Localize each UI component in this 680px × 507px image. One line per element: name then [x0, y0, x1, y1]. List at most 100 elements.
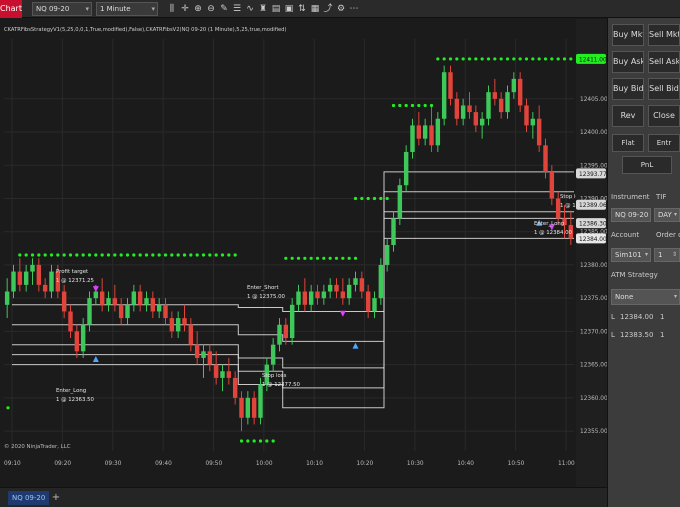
trailing-stop-dot	[391, 103, 396, 108]
indicator-label: CKATRFibsStrategyV1(5,25,0,0,1,True,modi…	[4, 27, 286, 33]
interval-selector[interactable]: 1 Minute ▾	[96, 2, 158, 16]
candle-body	[321, 291, 327, 299]
trailing-stop-dot	[524, 57, 529, 61]
account-select[interactable]: Sim101 ▾	[611, 248, 651, 262]
settings-icon[interactable]: ⚙	[335, 3, 347, 15]
share-icon[interactable]: ⤴	[322, 3, 334, 15]
entry-button[interactable]: Entr	[648, 134, 680, 152]
chart-toolbar: Chart NQ 09-20 ▾ 1 Minute ▾ ⫼ ✛ ⊕ ⊖ ✎ ☰ ∿ ♜ ▤ ▣ ⇅ ▦ ⤴ ⚙…	[0, 0, 680, 18]
reverse-button[interactable]: Rev	[612, 105, 644, 127]
price-chart[interactable]: CKATRFibsStrategyV1(5,25,0,0,1,True,modi…	[0, 19, 607, 487]
candle-body	[467, 105, 472, 113]
x-tick-label: 10:50	[508, 461, 525, 467]
candle-body	[403, 151, 409, 186]
y-tick-label: 12365.00	[580, 363, 607, 369]
candle-body	[232, 377, 238, 398]
trailing-stop-dot	[480, 57, 484, 61]
trailing-stop-dot	[30, 253, 35, 257]
candle-body	[201, 351, 206, 358]
order-qty-stepper[interactable]: 1 ⇕	[654, 248, 680, 262]
candle-body	[42, 284, 48, 292]
candle-body	[448, 72, 453, 99]
atm-strategy-label: ATM Strategy	[611, 271, 658, 279]
tif-select[interactable]: DAY ▾	[654, 208, 680, 222]
execution-label: 1 @ 12375.00	[247, 294, 286, 300]
sell-market-button[interactable]: Sell Mkt	[648, 24, 680, 46]
trailing-stop-dot	[214, 253, 218, 257]
trailing-stop-dot	[125, 253, 130, 257]
chart-area[interactable]: CKATRFibsStrategyV1(5,25,0,0,1,True,modi…	[0, 19, 607, 507]
close-button[interactable]: Close	[648, 105, 680, 127]
flat-button[interactable]: Flat	[612, 134, 644, 152]
more-icon[interactable]: ⋯	[348, 3, 360, 15]
trailing-stop-dot	[62, 253, 66, 257]
bar-style-icon[interactable]: ⫼	[166, 3, 178, 15]
candle-body	[416, 125, 422, 139]
y-axis-band	[576, 19, 607, 487]
trailing-stop-dot	[252, 439, 256, 443]
trailing-stop-dot	[467, 57, 472, 61]
sell-bid-button[interactable]: Sell Bid	[648, 78, 680, 100]
candle-body	[340, 291, 346, 299]
tab-nq-09-20[interactable]: NQ 09-20	[8, 491, 50, 505]
buy-market-button[interactable]: Buy Mkt	[612, 24, 644, 46]
candle-body	[93, 291, 99, 299]
candle-body	[150, 298, 156, 312]
trailing-stop-dot	[303, 256, 307, 260]
templates-icon[interactable]: ▤	[270, 3, 282, 15]
candle-body	[378, 264, 384, 299]
execution-label: Enter_Long	[534, 221, 564, 227]
trailing-stop-dot	[163, 253, 168, 257]
candle-body	[334, 284, 339, 292]
position-row-price: 12384.00	[620, 313, 654, 321]
candle-body	[327, 284, 333, 292]
strategies-icon[interactable]: ♜	[257, 3, 269, 15]
zoom-in-icon[interactable]: ⊕	[192, 3, 204, 15]
candle-body	[11, 271, 16, 292]
candle-body	[359, 278, 365, 292]
trailing-stop-dot	[239, 439, 244, 443]
buy-ask-button[interactable]: Buy Ask	[612, 51, 644, 73]
data-box-icon[interactable]: ▦	[309, 3, 321, 15]
trailing-stop-dot	[170, 253, 174, 257]
indicators-icon[interactable]: ∿	[244, 3, 256, 15]
candle-body	[410, 125, 415, 152]
add-tab-button[interactable]: +	[50, 491, 62, 505]
drawing-tools-icon[interactable]: ✎	[218, 3, 230, 15]
chevron-down-icon: ▾	[85, 5, 89, 13]
candle-body	[188, 324, 194, 345]
account-value: Sim101	[615, 251, 642, 259]
crosshair-icon[interactable]: ✛	[179, 3, 191, 15]
tif-value: DAY	[658, 211, 672, 219]
trailing-stop-dot	[366, 196, 370, 201]
x-tick-label: 10:00	[256, 461, 273, 467]
instrument-field-value: NQ 09-20	[615, 211, 649, 219]
trailing-stop-dot	[24, 253, 28, 257]
execution-label: Enter_Long	[56, 388, 86, 394]
trailing-stop-dot	[246, 439, 250, 443]
buy-bid-button[interactable]: Buy Bid	[612, 78, 644, 100]
sell-ask-button[interactable]: Sell Ask	[648, 51, 680, 73]
execution-label: Enter_Short	[247, 285, 279, 291]
atm-strategy-select[interactable]: None ▾	[611, 289, 680, 305]
trailing-stop-dot	[271, 439, 275, 443]
y-tick-label: 12355.00	[580, 429, 607, 435]
instrument-field[interactable]: NQ 09-20	[611, 208, 651, 222]
trailing-stop-dot	[87, 253, 92, 257]
trailing-stop-dot	[512, 57, 516, 61]
candle-body	[4, 291, 10, 305]
stepper-icon: ⇕	[671, 251, 677, 258]
pnl-button[interactable]: PnL	[622, 156, 672, 174]
candle-body	[460, 105, 466, 119]
zoom-out-icon[interactable]: ⊖	[205, 3, 217, 15]
screenshot-icon[interactable]: ▣	[283, 3, 295, 15]
properties-icon[interactable]: ☰	[231, 3, 243, 15]
trailing-stop-dot	[448, 57, 453, 61]
instrument-selector[interactable]: NQ 09-20 ▾	[32, 2, 92, 16]
trailing-stop-dot	[505, 57, 510, 61]
trailing-stop-dot	[151, 253, 155, 257]
trailing-stop-dot	[353, 196, 358, 201]
trailing-stop-dot	[518, 57, 522, 61]
chart-trader-icon[interactable]: ⇅	[296, 3, 308, 15]
trailing-stop-dot	[461, 57, 465, 61]
